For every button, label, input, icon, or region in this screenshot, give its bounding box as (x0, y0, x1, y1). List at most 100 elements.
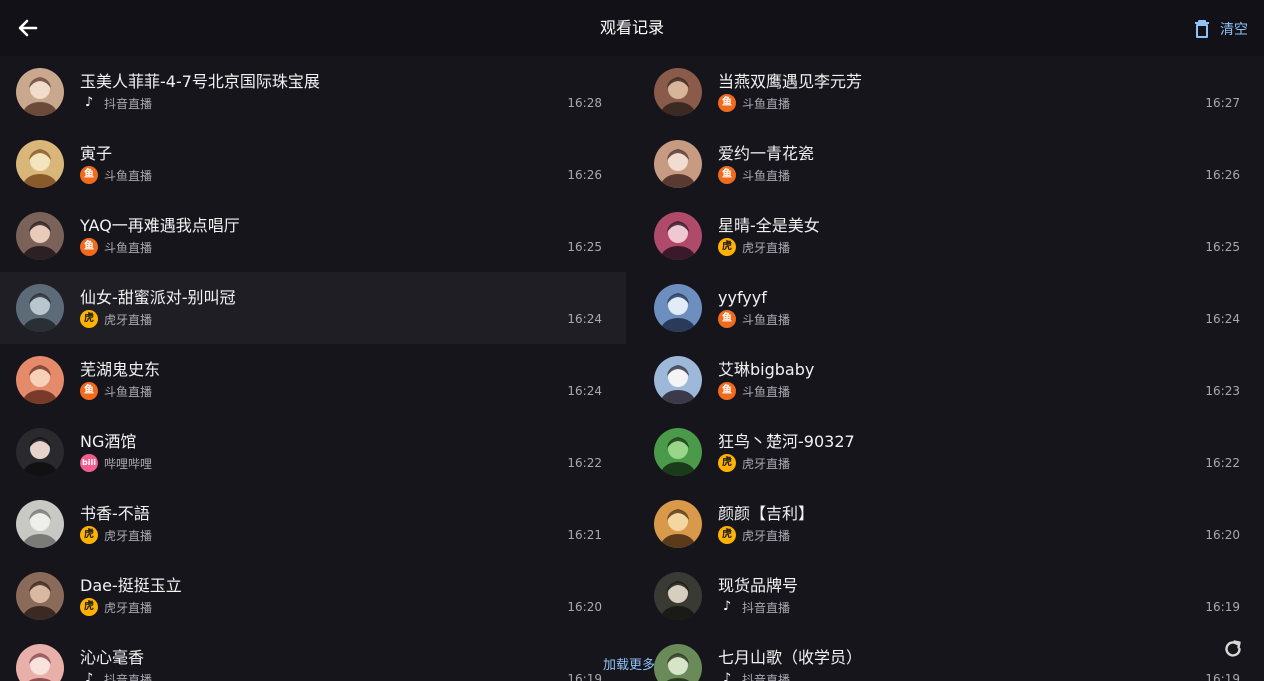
history-item[interactable]: 狂鸟丶楚河-90327 虎虎牙直播 16:22 (638, 416, 1264, 488)
avatar (654, 356, 702, 404)
platform-tag: 虎虎牙直播 (718, 238, 790, 256)
platform-label: 抖音直播 (742, 672, 791, 681)
platform-label: 虎牙直播 (742, 456, 791, 471)
platform-tag: bili 哔哩哔哩 (80, 454, 152, 472)
avatar (16, 572, 64, 620)
platform-tag: 鱼斗鱼直播 (718, 166, 790, 184)
huya-logo-icon: 虎 (80, 526, 98, 544)
avatar (654, 68, 702, 116)
watch-time: 16:20 (567, 600, 602, 614)
douyu-logo-icon: 鱼 (80, 382, 98, 400)
douyin-logo-icon: ♪ (722, 599, 732, 614)
history-item[interactable]: 艾琳bigbaby 鱼斗鱼直播 16:23 (638, 344, 1264, 416)
douyin-logo-icon: ♪ (84, 671, 94, 681)
watch-time: 16:25 (1205, 240, 1240, 254)
platform-tag: ♪ 抖音直播 (80, 670, 152, 681)
huya-logo-icon: 虎 (718, 238, 736, 256)
watch-time: 16:24 (567, 384, 602, 398)
avatar (654, 140, 702, 188)
room-name: 玉美人菲菲-4-7号北京国际珠宝展 (80, 72, 320, 91)
room-name: 沁心毫香 (80, 648, 145, 667)
platform-label: 抖音直播 (742, 600, 791, 615)
room-name: 当燕双鹰遇见李元芳 (718, 72, 863, 91)
douyu-logo-icon: 鱼 (718, 94, 736, 112)
platform-label: 斗鱼直播 (742, 168, 791, 183)
avatar (654, 284, 702, 332)
avatar (654, 644, 702, 681)
history-item[interactable]: 玉美人菲菲-4-7号北京国际珠宝展 ♪ 抖音直播 16:28 (0, 56, 626, 128)
refresh-icon (1225, 640, 1241, 657)
avatar (654, 212, 702, 260)
watch-time: 16:21 (567, 528, 602, 542)
platform-label: 斗鱼直播 (104, 168, 153, 183)
avatar (16, 428, 64, 476)
platform-label: 斗鱼直播 (742, 384, 791, 399)
history-item[interactable]: 仙女-甜蜜派对-别叫冠虎虎牙直播 16:24 (0, 272, 626, 344)
watch-time: 16:27 (1205, 96, 1240, 110)
history-list[interactable]: 玉美人菲菲-4-7号北京国际珠宝展 ♪ 抖音直播 16:28 寅子鱼斗鱼直播 16:26 Y… (0, 56, 1264, 681)
platform-label: 虎牙直播 (104, 528, 153, 543)
douyu-logo-icon: 鱼 (80, 238, 98, 256)
load-more-button[interactable]: 加载更多 (603, 654, 655, 673)
avatar (16, 644, 64, 681)
watch-time: 16:20 (1205, 528, 1240, 542)
watch-time: 16:25 (567, 240, 602, 254)
douyu-logo-icon: 鱼 (80, 166, 98, 184)
history-item[interactable]: 沁心毫香 ♪ 抖音直播 16:19 (0, 632, 626, 681)
huya-logo-icon: 虎 (718, 526, 736, 544)
history-item[interactable]: 书香-不語虎虎牙直播 16:21 (0, 488, 626, 560)
platform-tag: 虎虎牙直播 (718, 454, 790, 472)
history-item[interactable]: 芜湖鬼史东鱼斗鱼直播 16:24 (0, 344, 626, 416)
room-name: 狂鸟丶楚河-90327 (718, 432, 855, 451)
room-name: 艾琳bigbaby (718, 360, 815, 379)
avatar (16, 68, 64, 116)
platform-label: 虎牙直播 (742, 528, 791, 543)
avatar (16, 212, 64, 260)
room-name: 现货品牌号 (718, 576, 799, 595)
history-item[interactable]: 星晴-全是美女虎虎牙直播 16:25 (638, 200, 1264, 272)
history-item[interactable]: 当燕双鹰遇见李元芳鱼斗鱼直播 16:27 (638, 56, 1264, 128)
history-item[interactable]: 七月山歌（收学员） ♪ 抖音直播 16:19 (638, 632, 1264, 681)
watch-time: 16:22 (567, 456, 602, 470)
watch-time: 16:22 (1205, 456, 1240, 470)
page-title: 观看记录 (599, 18, 664, 37)
watch-time: 16:26 (1205, 168, 1240, 182)
douyu-logo-icon: 鱼 (718, 166, 736, 184)
refresh-button[interactable] (1222, 638, 1244, 660)
avatar (654, 572, 702, 620)
platform-tag: 鱼斗鱼直播 (718, 382, 790, 400)
platform-label: 斗鱼直播 (104, 384, 153, 399)
room-name: YAQ一再难遇我点唱厅 (80, 216, 240, 235)
clear-history-button[interactable]: 清空 (1192, 16, 1248, 42)
room-name: 寅子 (80, 144, 113, 163)
platform-label: 哔哩哔哩 (104, 456, 153, 471)
platform-tag: 鱼斗鱼直播 (718, 310, 790, 328)
bilibili-logo-icon: bili (80, 454, 98, 472)
platform-label: 抖音直播 (104, 672, 153, 681)
history-item[interactable]: 现货品牌号 ♪ 抖音直播 16:19 (638, 560, 1264, 632)
watch-time: 16:23 (1205, 384, 1240, 398)
room-name: 爱约一青花瓷 (718, 144, 815, 163)
watch-time: 16:19 (1205, 672, 1240, 681)
platform-label: 斗鱼直播 (104, 240, 153, 255)
history-item[interactable]: 颜颜【吉利】虎虎牙直播 16:20 (638, 488, 1264, 560)
history-item[interactable]: 爱约一青花瓷鱼斗鱼直播 16:26 (638, 128, 1264, 200)
room-name: NG酒馆 (80, 432, 137, 451)
avatar (654, 500, 702, 548)
history-item[interactable]: Dae-挺挺玉立虎虎牙直播 16:20 (0, 560, 626, 632)
history-item[interactable]: 寅子鱼斗鱼直播 16:26 (0, 128, 626, 200)
history-column-left: 玉美人菲菲-4-7号北京国际珠宝展 ♪ 抖音直播 16:28 寅子鱼斗鱼直播 16:26 Y… (0, 56, 626, 681)
room-name: 颜颜【吉利】 (718, 504, 815, 523)
history-item[interactable]: NG酒馆 bili 哔哩哔哩 16:22 (0, 416, 626, 488)
room-name: 仙女-甜蜜派对-别叫冠 (80, 288, 236, 307)
watch-time: 16:24 (567, 312, 602, 326)
platform-label: 虎牙直播 (104, 600, 153, 615)
avatar (16, 500, 64, 548)
history-item[interactable]: yyfyyf 鱼斗鱼直播 16:24 (638, 272, 1264, 344)
platform-label: 虎牙直播 (742, 240, 791, 255)
top-bar: 观看记录 清空 (0, 0, 1264, 56)
history-item[interactable]: YAQ一再难遇我点唱厅鱼斗鱼直播 16:25 (0, 200, 626, 272)
history-column-right: 当燕双鹰遇见李元芳鱼斗鱼直播 16:27 爱约一青花瓷鱼斗鱼直播 16:26 星晴-全是… (638, 56, 1264, 681)
platform-tag: 鱼斗鱼直播 (80, 382, 152, 400)
huya-logo-icon: 虎 (80, 598, 98, 616)
